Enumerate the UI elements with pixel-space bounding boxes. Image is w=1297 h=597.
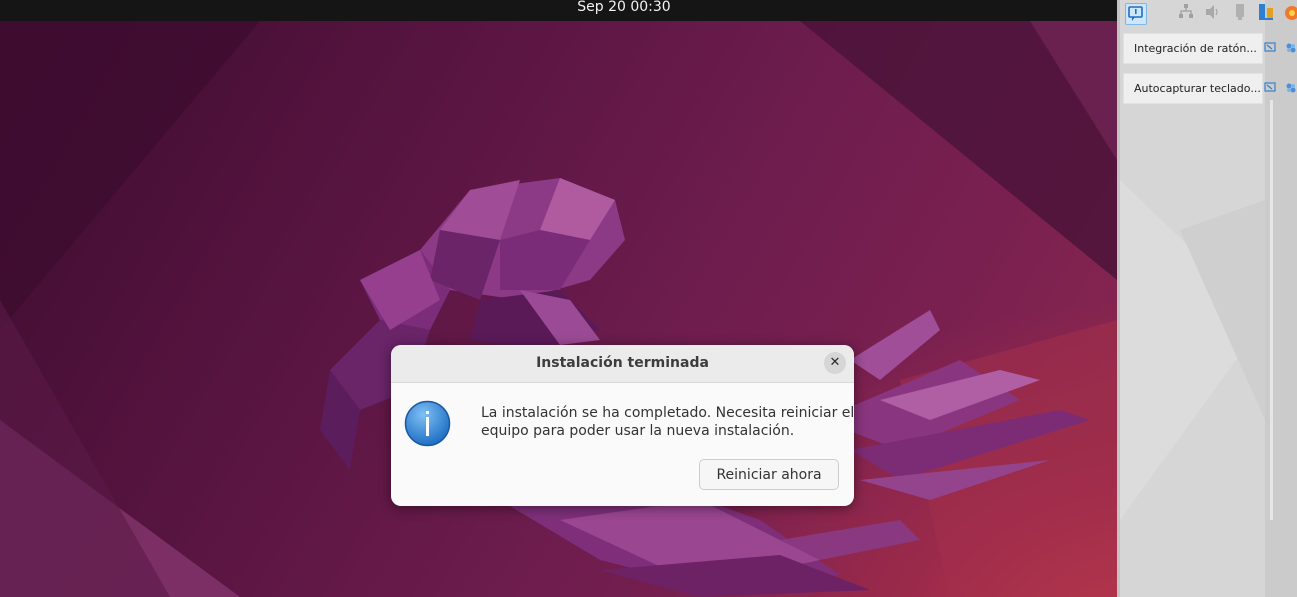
shared-folders-icon[interactable]	[1256, 2, 1276, 22]
notification-auto-capture-keyboard[interactable]: Autocapturar teclado...	[1123, 73, 1263, 104]
keyboard-capture-icon[interactable]	[1264, 82, 1276, 94]
notification-label: Autocapturar teclado...	[1134, 82, 1261, 95]
info-icon	[404, 400, 451, 447]
dialog-title: Instalación terminada	[536, 355, 709, 371]
audio-icon[interactable]	[1203, 2, 1223, 22]
dismiss-icon[interactable]	[1285, 42, 1297, 54]
notification-center-button[interactable]	[1125, 3, 1147, 25]
network-icon[interactable]	[1176, 2, 1196, 22]
capture-icon[interactable]	[1282, 2, 1297, 22]
notification-label: Integración de ratón...	[1134, 42, 1257, 55]
dialog-message-line-1: La instalación se ha completado. Necesit…	[481, 405, 854, 421]
virtualbox-notification-panel: Integración de ratón... Autocapturar tec…	[1117, 0, 1297, 597]
installation-complete-dialog: Instalación terminada ✕ La instalación s…	[391, 345, 854, 506]
notification-icon	[1128, 6, 1143, 21]
notification-mouse-integration[interactable]: Integración de ratón...	[1123, 33, 1263, 64]
usb-icon[interactable]	[1230, 2, 1250, 22]
panel-toolbar	[1120, 0, 1297, 27]
restart-now-button[interactable]: Reiniciar ahora	[699, 459, 839, 490]
dialog-message-line-2: equipo para poder usar la nueva instalac…	[481, 423, 795, 439]
clock[interactable]: Sep 20 00:30	[0, 0, 1248, 21]
dismiss-icon[interactable]	[1285, 82, 1297, 94]
mouse-integration-icon[interactable]	[1264, 42, 1276, 54]
wallpaper-jellyfish	[0, 21, 1117, 597]
close-button[interactable]: ✕	[824, 352, 846, 374]
desktop-background	[0, 0, 1117, 597]
dialog-header: Instalación terminada ✕	[391, 345, 854, 383]
panel-scrollbar[interactable]	[1270, 100, 1273, 520]
close-icon: ✕	[829, 355, 841, 370]
top-bar: Sep 20 00:30	[0, 0, 1117, 21]
dialog-message: La instalación se ha completado. Necesit…	[481, 404, 854, 440]
